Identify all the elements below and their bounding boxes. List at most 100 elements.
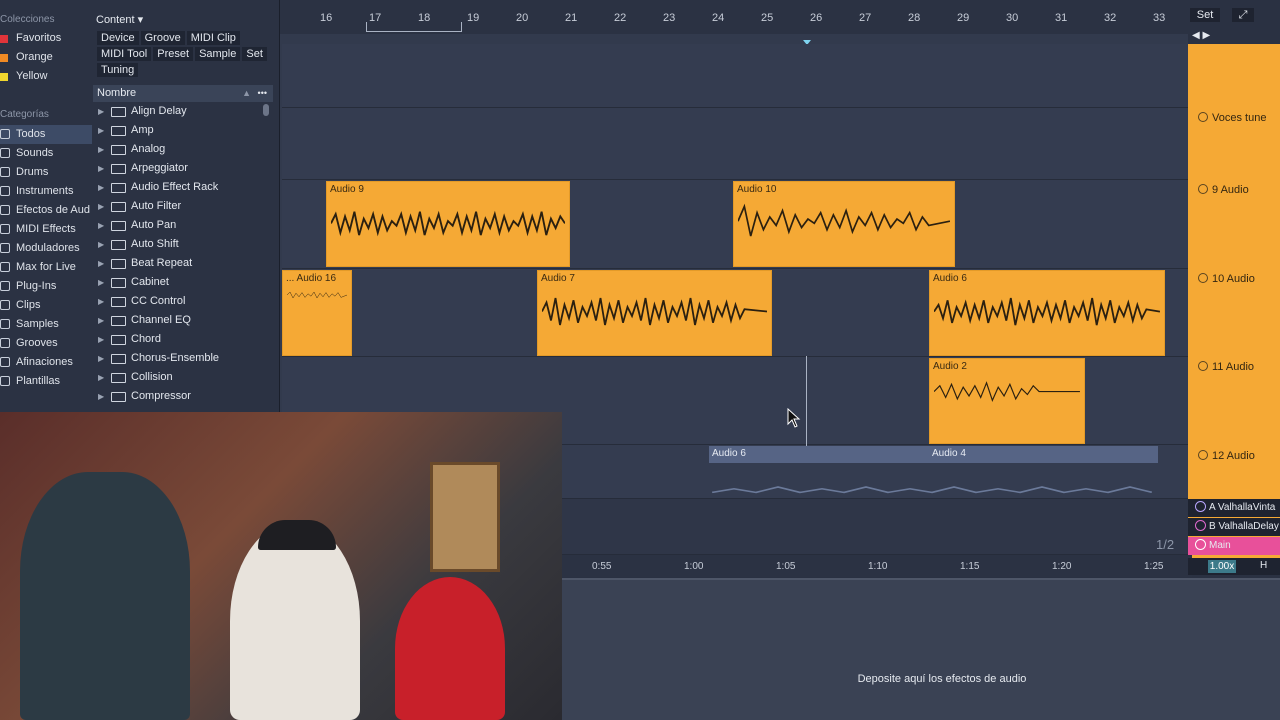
collection-item[interactable]: Favoritos bbox=[0, 29, 92, 48]
person-right bbox=[395, 577, 505, 720]
track-header[interactable]: 11 Audio bbox=[1190, 361, 1280, 373]
expand-arrow-icon[interactable]: ▶ bbox=[98, 368, 104, 387]
browser-item[interactable]: ▶ CC Control bbox=[93, 292, 271, 311]
browser-item[interactable]: ▶ Chord bbox=[93, 330, 271, 349]
browser-item[interactable]: ▶ Amp bbox=[93, 121, 271, 140]
track-header[interactable]: Voces tune bbox=[1190, 112, 1280, 124]
return-track-header[interactable]: B ValhallaDelay bbox=[1188, 518, 1280, 536]
tag-filter[interactable]: Tuning bbox=[97, 63, 139, 77]
expand-arrow-icon[interactable]: ▶ bbox=[98, 140, 104, 159]
category-item[interactable]: Instruments bbox=[0, 182, 92, 201]
browser-scrollbar[interactable] bbox=[263, 104, 269, 116]
category-item[interactable]: Moduladores bbox=[0, 239, 92, 258]
category-item[interactable]: Samples bbox=[0, 315, 92, 334]
track-header[interactable]: 12 Audio bbox=[1190, 450, 1280, 462]
category-item[interactable]: Sounds bbox=[0, 144, 92, 163]
loop-brace[interactable] bbox=[366, 22, 462, 32]
category-item[interactable]: Plantillas bbox=[0, 372, 92, 391]
track-fold-icon[interactable] bbox=[1195, 501, 1206, 512]
track-name: 10 Audio bbox=[1212, 273, 1255, 285]
browser-item[interactable]: ▶ Arpeggiator bbox=[93, 159, 271, 178]
category-item[interactable]: Efectos de Aud bbox=[0, 201, 92, 220]
audio-clip[interactable]: Audio 2 bbox=[929, 358, 1085, 444]
category-item[interactable]: Clips bbox=[0, 296, 92, 315]
browser-item[interactable]: ▶ Auto Shift bbox=[93, 235, 271, 254]
track-lane[interactable] bbox=[282, 44, 1188, 108]
tag-filter[interactable]: MIDI Clip bbox=[186, 31, 240, 45]
browser-item[interactable]: ▶ Collision bbox=[93, 368, 271, 387]
item-label: Chorus-Ensemble bbox=[131, 352, 220, 364]
expand-arrow-icon[interactable]: ▶ bbox=[98, 216, 104, 235]
more-icon[interactable]: ••• bbox=[258, 85, 267, 102]
sort-up-icon[interactable]: ▲ bbox=[242, 85, 251, 102]
tag-filter[interactable]: MIDI Tool bbox=[97, 47, 152, 61]
audio-clip[interactable]: Audio 7 bbox=[537, 270, 772, 356]
return-track-header[interactable]: A ValhallaVinta bbox=[1188, 499, 1280, 517]
browser-item[interactable]: ▶ Audio Effect Rack bbox=[93, 178, 271, 197]
category-item[interactable]: MIDI Effects bbox=[0, 220, 92, 239]
browser-item[interactable]: ▶ Auto Pan bbox=[93, 216, 271, 235]
track-header[interactable]: 9 Audio bbox=[1190, 184, 1280, 196]
zoom-value[interactable]: 1.00x bbox=[1208, 560, 1236, 573]
inactive-clip[interactable]: Audio 6 Audio 4 bbox=[709, 446, 1158, 463]
expand-arrow-icon[interactable]: ▶ bbox=[98, 387, 104, 406]
group-icon[interactable] bbox=[1198, 112, 1208, 122]
h-toggle[interactable]: H bbox=[1260, 560, 1267, 571]
browser-item[interactable]: ▶ Beat Repeat bbox=[93, 254, 271, 273]
category-item[interactable]: Afinaciones bbox=[0, 353, 92, 372]
browser-item[interactable]: ▶ Compressor bbox=[93, 387, 271, 406]
expand-arrow-icon[interactable]: ▶ bbox=[98, 311, 104, 330]
collection-item[interactable]: Orange bbox=[0, 48, 92, 67]
track-fold-icon[interactable] bbox=[1195, 539, 1206, 550]
browser-item[interactable]: ▶ Align Delay bbox=[93, 102, 271, 121]
tag-filter[interactable]: Groove bbox=[140, 31, 185, 45]
main-track-header[interactable]: Main bbox=[1188, 537, 1280, 555]
browser-item[interactable]: ▶ Auto Filter bbox=[93, 197, 271, 216]
browser-item[interactable]: ▶ Cabinet bbox=[93, 273, 271, 292]
audio-clip[interactable]: Audio 10 bbox=[733, 181, 955, 267]
expand-arrow-icon[interactable]: ▶ bbox=[98, 235, 104, 254]
expand-arrow-icon[interactable]: ▶ bbox=[98, 292, 104, 311]
expand-arrow-icon[interactable]: ▶ bbox=[98, 349, 104, 368]
expand-arrow-icon[interactable]: ▶ bbox=[98, 273, 104, 292]
time-ruler[interactable]: 0:55 1:00 1:05 1:10 1:15 1:20 1:25 bbox=[562, 555, 1192, 577]
device-view[interactable] bbox=[562, 578, 1280, 720]
expand-arrow-icon[interactable]: ▶ bbox=[98, 178, 104, 197]
expand-icon[interactable]: ⤢ bbox=[1232, 8, 1254, 22]
category-item[interactable]: Max for Live bbox=[0, 258, 92, 277]
bar-number: 28 bbox=[908, 12, 921, 24]
tag-filter[interactable]: Set bbox=[242, 47, 267, 61]
category-item[interactable]: Grooves bbox=[0, 334, 92, 353]
track-fold-icon[interactable] bbox=[1198, 361, 1208, 371]
category-item[interactable]: Todos bbox=[0, 125, 92, 144]
browser-item[interactable]: ▶ Analog bbox=[93, 140, 271, 159]
collection-item[interactable]: Yellow bbox=[0, 67, 92, 86]
tag-filter[interactable]: Preset bbox=[153, 47, 194, 61]
track-fold-icon[interactable] bbox=[1198, 184, 1208, 194]
track-lane[interactable] bbox=[282, 108, 1188, 180]
expand-arrow-icon[interactable]: ▶ bbox=[98, 254, 104, 273]
device-icon bbox=[111, 145, 126, 155]
expand-arrow-icon[interactable]: ▶ bbox=[98, 197, 104, 216]
browser-item[interactable]: ▶ Channel EQ bbox=[93, 311, 271, 330]
track-fold-icon[interactable] bbox=[1198, 273, 1208, 283]
expand-arrow-icon[interactable]: ▶ bbox=[98, 121, 104, 140]
audio-clip[interactable]: Audio 6 bbox=[929, 270, 1165, 356]
category-item[interactable]: Drums bbox=[0, 163, 92, 182]
tag-filter[interactable]: Device bbox=[97, 31, 139, 45]
expand-arrow-icon[interactable]: ▶ bbox=[98, 330, 104, 349]
category-item[interactable]: Plug-Ins bbox=[0, 277, 92, 296]
content-filter-dropdown[interactable]: Content ▾ bbox=[96, 13, 143, 26]
track-fold-icon[interactable] bbox=[1198, 450, 1208, 460]
prev-next-icon[interactable]: ◀ ▶ bbox=[1192, 30, 1210, 41]
audio-clip[interactable]: Audio 9 bbox=[326, 181, 570, 267]
set-button[interactable]: Set bbox=[1190, 8, 1220, 22]
tag-filter[interactable]: Sample bbox=[195, 47, 241, 61]
track-fold-icon[interactable] bbox=[1195, 520, 1206, 531]
expand-arrow-icon[interactable]: ▶ bbox=[98, 102, 104, 121]
name-column-header[interactable]: Nombre ▲ ••• bbox=[93, 85, 273, 102]
audio-clip[interactable]: ... Audio 16 bbox=[282, 270, 352, 356]
expand-arrow-icon[interactable]: ▶ bbox=[98, 159, 104, 178]
browser-item[interactable]: ▶ Chorus-Ensemble bbox=[93, 349, 271, 368]
track-header[interactable]: 10 Audio bbox=[1190, 273, 1280, 285]
